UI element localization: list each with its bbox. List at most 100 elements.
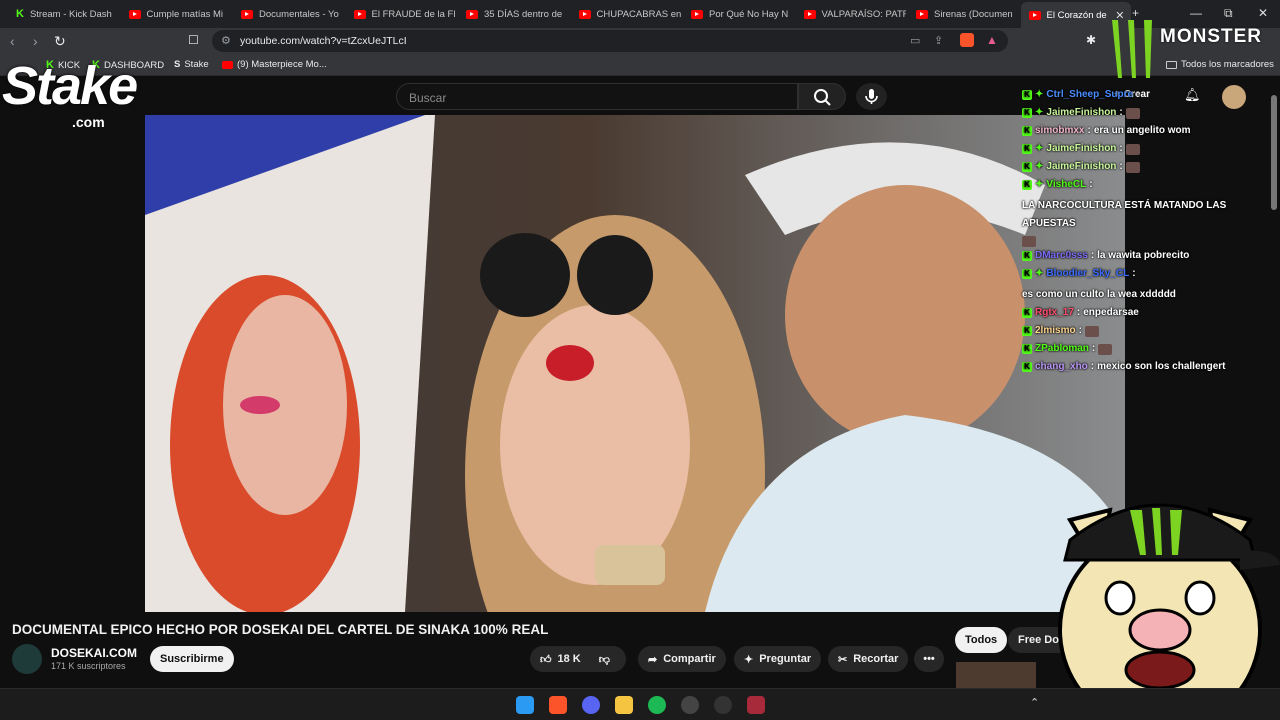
- video-player[interactable]: [145, 115, 1125, 612]
- browser-tab[interactable]: Sirenas (Documen: [908, 4, 1018, 24]
- browser-tab[interactable]: Documentales - Yo: [233, 4, 343, 24]
- chat-message: K DMarc0sss: la wawita pobrecito: [1022, 247, 1272, 265]
- chat-separator: :: [1087, 125, 1091, 136]
- more-actions-button[interactable]: •••: [914, 646, 944, 672]
- back-icon[interactable]: ‹: [10, 33, 15, 49]
- chat-emote-icon: [1022, 236, 1036, 247]
- monster-logo-text: MONSTER: [1160, 26, 1262, 47]
- chat-username[interactable]: DMarc0sss: [1035, 247, 1088, 265]
- chat-separator: :: [1119, 161, 1123, 172]
- search-input[interactable]: Buscar: [396, 83, 798, 110]
- chat-username[interactable]: VisheCL: [1046, 176, 1086, 194]
- address-bar[interactable]: ⚙ youtube.com/watch?v=tZcxUeJTLcI ▭ ⇪ ▲: [212, 30, 1008, 52]
- system-tray-chevron-icon[interactable]: ⌃: [1030, 696, 1039, 709]
- brave-shields-icon[interactable]: [960, 33, 974, 47]
- chat-username[interactable]: ZPabloman: [1035, 340, 1089, 358]
- cast-icon[interactable]: ▭: [910, 34, 920, 47]
- chat-emote-icon: [1125, 161, 1140, 173]
- browser-tab-strip: K Stream - Kick Dash Cumple matías Mi Docum…: [0, 0, 1280, 28]
- ask-button[interactable]: ✦ Preguntar: [734, 646, 822, 672]
- chat-username[interactable]: JaimeFinishon: [1046, 104, 1116, 122]
- voice-search-button[interactable]: [856, 83, 887, 110]
- chat-separator: :: [1136, 89, 1140, 100]
- bookmark-icon[interactable]: ☐: [188, 33, 199, 47]
- sparkle-badge-icon: ✦: [1035, 268, 1044, 279]
- chat-username[interactable]: chang_xho: [1035, 358, 1088, 376]
- chip-todos[interactable]: Todos: [955, 627, 1008, 653]
- url-text[interactable]: youtube.com/watch?v=tZcxUeJTLcI: [240, 35, 407, 47]
- windows-taskbar: ⌃: [0, 688, 1280, 720]
- site-info-icon[interactable]: ⚙: [221, 34, 231, 47]
- file-explorer-icon[interactable]: [615, 696, 633, 714]
- chat-username[interactable]: Ctrl_Sheep_Supre: [1046, 86, 1133, 104]
- chat-message: Kchang_xho: mexico son los challengert: [1022, 358, 1272, 376]
- more-icon: •••: [923, 653, 935, 665]
- valorant-icon[interactable]: [747, 696, 765, 714]
- tab-label: Sirenas (Documen: [934, 8, 1013, 20]
- brave-rewards-icon[interactable]: ▲: [986, 33, 998, 47]
- browser-tab[interactable]: Cumple matías Mi: [121, 4, 231, 24]
- sparkle-badge-icon: ✦: [1035, 107, 1044, 118]
- windows-start-icon[interactable]: [516, 696, 534, 714]
- chat-separator: :: [1119, 143, 1123, 154]
- spotify-icon[interactable]: [648, 696, 666, 714]
- tab-label: El Corazón de: [1046, 9, 1107, 21]
- youtube-icon: [241, 9, 253, 19]
- bookmarks-bar: K KICK K DASHBOARD S Stake (9) Masterpiece …: [0, 54, 1280, 76]
- chat-username[interactable]: Bloodier_Sky_CL: [1046, 265, 1129, 283]
- chat-separator: :: [1090, 361, 1095, 372]
- chat-message: K 2lmismo:: [1022, 322, 1272, 340]
- clip-button[interactable]: ✂ Recortar: [828, 646, 909, 672]
- tab-label: Cumple matías Mi: [146, 8, 224, 20]
- chat-message: K ZPabloman:: [1022, 340, 1272, 358]
- subscribe-button[interactable]: Suscribirme: [150, 646, 234, 672]
- forward-icon[interactable]: ›: [33, 33, 38, 49]
- kick-badge-icon: K: [1022, 269, 1032, 279]
- obs-icon[interactable]: [681, 696, 699, 714]
- like-icon[interactable]: 👍︎: [540, 653, 552, 666]
- chat-separator: :: [1089, 179, 1093, 190]
- share-icon[interactable]: ⇪: [934, 34, 943, 47]
- monster-logo: MONSTER: [1106, 16, 1278, 86]
- channel-avatar[interactable]: [12, 644, 42, 674]
- bookmark-label: (9) Masterpiece Mo...: [237, 59, 327, 70]
- browser-tab[interactable]: Por Qué No Hay N: [683, 4, 793, 24]
- discord-icon[interactable]: [582, 696, 600, 714]
- channel-name[interactable]: DOSEKAI.COM: [51, 646, 137, 660]
- chat-username[interactable]: Rgtx_17: [1035, 304, 1074, 322]
- browser-tab[interactable]: K Stream - Kick Dash: [8, 4, 118, 24]
- chat-username[interactable]: simobmxx: [1035, 122, 1084, 140]
- brave-browser-icon[interactable]: [549, 696, 567, 714]
- browser-tab[interactable]: CHUPACABRAS en: [571, 4, 681, 24]
- bookmark-stake[interactable]: S Stake: [174, 59, 209, 70]
- chat-text: es como un culto la wea xddddd: [1022, 289, 1176, 300]
- youtube-icon: [222, 60, 233, 69]
- share-arrow-icon: ➦: [648, 653, 658, 666]
- recommended-thumbnail[interactable]: [956, 662, 1036, 688]
- app-icon[interactable]: [714, 696, 732, 714]
- reload-icon[interactable]: ↻: [54, 33, 66, 50]
- share-button[interactable]: ➦ Compartir: [638, 646, 726, 672]
- bookmark-masterpiece[interactable]: (9) Masterpiece Mo...: [222, 59, 327, 70]
- search-button[interactable]: [798, 83, 846, 110]
- chat-username[interactable]: JaimeFinishon: [1046, 140, 1116, 158]
- youtube-icon: [916, 9, 928, 19]
- share-label: Compartir: [663, 653, 716, 665]
- chat-separator: :: [1119, 107, 1123, 118]
- browser-tab[interactable]: VALPARAÍSO: PATR: [796, 4, 906, 24]
- tab-label: CHUPACABRAS en: [596, 8, 681, 20]
- ask-label: Preguntar: [759, 653, 812, 665]
- like-count[interactable]: 18 K: [558, 653, 581, 665]
- chat-emote-icon: [1084, 325, 1099, 337]
- kick-badge-icon: K: [1022, 144, 1032, 154]
- dislike-icon[interactable]: 👎︎: [599, 653, 610, 666]
- stake-logo: Stake .com: [2, 56, 177, 136]
- tab-label: 35 DÍAS dentro de: [484, 8, 563, 20]
- chat-message: K ✦ VisheCL: LA NARCOCULTURA ESTÁ MATANDO L…: [1022, 176, 1272, 247]
- chat-username[interactable]: 2lmismo: [1035, 322, 1076, 340]
- browser-tab[interactable]: 35 DÍAS dentro de: [458, 4, 568, 24]
- browser-tab[interactable]: El FRAUDE de la Fl: [346, 4, 456, 24]
- youtube-icon: [691, 9, 703, 19]
- extensions-icon[interactable]: ✱: [1086, 33, 1096, 47]
- chat-username[interactable]: JaimeFinishon: [1046, 158, 1116, 176]
